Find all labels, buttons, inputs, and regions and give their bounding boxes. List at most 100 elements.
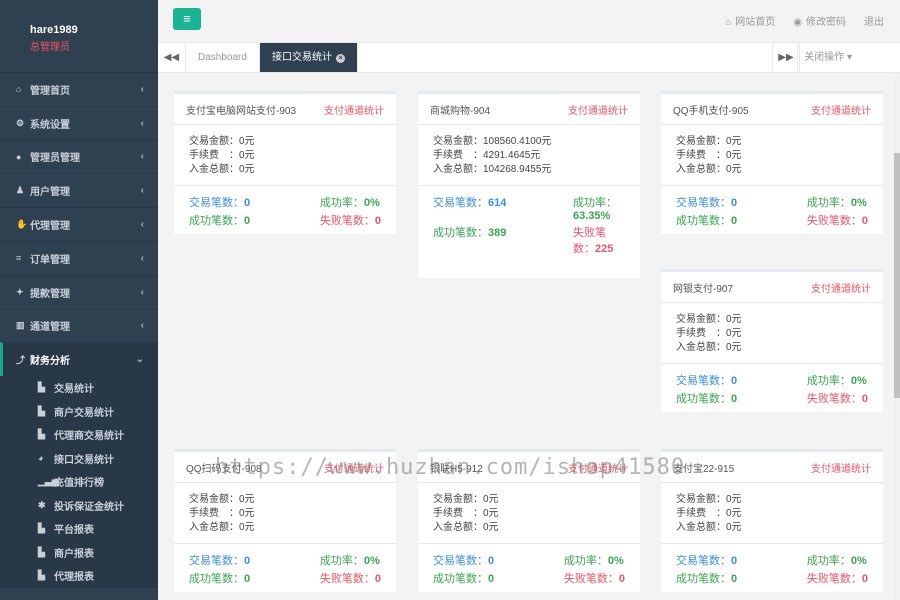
- tab-interface-stats[interactable]: 接口交易统计 ×: [260, 43, 358, 72]
- stat-card: QQ手机支付-905 支付通道统计 交易金额：0元 手续费 ：0元 入金总额：0…: [661, 91, 883, 234]
- sidebar-item-label: 系统设置: [30, 119, 70, 131]
- sidebar-item[interactable]: ✋ 代理管理 ‹: [0, 207, 158, 241]
- sidebar-item-label: 订单管理: [30, 254, 70, 266]
- bank-icon: ▥: [16, 320, 25, 331]
- topbar: ≡ ⌂ 网站首页 ◉ 修改密码 退出: [158, 0, 900, 43]
- sidebar-subitem[interactable]: ▁▃▅ 充值排行榜: [0, 470, 158, 494]
- pie-chart-icon: ◕: [38, 453, 44, 464]
- sidebar-item[interactable]: ≡ 订单管理 ‹: [0, 240, 158, 275]
- stat-card: QQ扫码支付-908 支付通道统计 交易金额：0元 手续费 ：0元 入金总额：0…: [174, 449, 396, 592]
- success-count-stat: 成功笔数：0: [189, 573, 251, 585]
- fee-row: 手续费 ：0元: [433, 508, 499, 519]
- card-title: 支付宝电脑网站支付-903: [186, 105, 297, 117]
- caret-down-icon: ▾: [844, 52, 852, 63]
- eye-icon: ◉: [793, 17, 802, 28]
- channel-stats-link[interactable]: 支付通道统计: [811, 460, 871, 475]
- channel-stats-link[interactable]: 支付通道统计: [811, 280, 871, 295]
- success-rate-stat: 成功率：0%: [563, 555, 624, 567]
- sidebar-subitem[interactable]: ✱ 投诉保证金统计: [0, 494, 158, 518]
- fee-row: 手续费 ：0元: [676, 328, 742, 339]
- sidebar-subitem[interactable]: ▙ 平台报表: [0, 517, 158, 541]
- money-bag-icon: ✦: [16, 286, 24, 297]
- sidebar-item[interactable]: ▥ 通道管理 ‹: [0, 308, 158, 343]
- amount-row: 交易金额：0元: [189, 494, 255, 505]
- count-stat: 交易笔数：0: [676, 375, 738, 387]
- chevron-left-icon: ‹: [140, 117, 144, 129]
- menu-toggle-button[interactable]: ≡: [173, 8, 201, 30]
- sidebar-subitem-label: 投诉保证金统计: [54, 501, 124, 513]
- sidebar-subitem[interactable]: ▙ 代理商交易统计: [0, 423, 158, 447]
- sidebar-item[interactable]: ● 管理员管理 ‹: [0, 139, 158, 174]
- fail-count-stat: 失败笔数：225: [573, 227, 614, 255]
- sidebar-subitem-label: 平台报表: [54, 525, 94, 537]
- sidebar-item[interactable]: ✦ 提款管理 ‹: [0, 274, 158, 309]
- chevron-left-icon: ‹: [140, 185, 144, 197]
- amount-row: 交易金额：0元: [189, 136, 255, 147]
- income-row: 入金总额：0元: [676, 342, 742, 353]
- sidebar-subitem[interactable]: ▙ 交易统计: [0, 376, 158, 400]
- fee-row: 手续费 ：0元: [189, 508, 255, 519]
- income-row: 入金总额：0元: [676, 164, 742, 175]
- channel-stats-link[interactable]: 支付通道统计: [568, 102, 628, 117]
- chevron-left-icon: ‹: [140, 219, 144, 231]
- close-tab-icon[interactable]: ×: [336, 54, 345, 63]
- profile[interactable]: hare1989 总管理员: [0, 0, 158, 72]
- count-stat: 交易笔数：614: [433, 197, 507, 209]
- tab-scroll-left-button[interactable]: ◀◀: [158, 43, 186, 72]
- sidebar-item[interactable]: ⤴ 财务分析 ⌄: [0, 342, 158, 377]
- tab-dashboard[interactable]: Dashboard: [186, 43, 260, 72]
- count-stat: 交易笔数：0: [433, 555, 495, 567]
- list-icon: ≡: [16, 253, 22, 264]
- success-count-stat: 成功笔数：0: [676, 393, 738, 405]
- count-stat: 交易笔数：0: [676, 197, 738, 209]
- chevron-left-icon: ‹: [140, 151, 144, 163]
- bar-chart-icon: ▙: [38, 405, 45, 416]
- count-stat: 交易笔数：0: [189, 197, 251, 209]
- amount-row: 交易金额：0元: [433, 494, 499, 505]
- sidebar-subitem-label: 代理商交易统计: [54, 431, 124, 443]
- home-icon: ⌂: [725, 17, 732, 28]
- close-operations-dropdown[interactable]: 关闭操作 ▾: [797, 43, 858, 72]
- tab-scroll-right-button[interactable]: ▶▶: [772, 43, 800, 72]
- income-row: 入金总额：0元: [189, 522, 255, 533]
- users-icon: ♟: [16, 185, 25, 196]
- sidebar-subitem[interactable]: ▙ 商户交易统计: [0, 400, 158, 424]
- channel-stats-link[interactable]: 支付通道统计: [811, 102, 871, 117]
- user-icon: ●: [16, 151, 22, 162]
- income-row: 入金总额：0元: [676, 522, 742, 533]
- site-home-link[interactable]: ⌂ 网站首页: [725, 13, 775, 28]
- amount-row: 交易金额：0元: [676, 136, 742, 147]
- fee-row: 手续费 ：0元: [676, 508, 742, 519]
- sidebar-subitem[interactable]: ▙ 代理报表: [0, 564, 158, 588]
- sidebar-subitem-label: 充值排行榜: [54, 478, 104, 490]
- sidebar-subitem[interactable]: ▙ 商户报表: [0, 541, 158, 565]
- sidebar-item-label: 财务分析: [30, 356, 70, 368]
- sidebar-subitem[interactable]: ◕ 接口交易统计: [0, 447, 158, 471]
- count-stat: 交易笔数：0: [676, 555, 738, 567]
- sidebar-submenu: ▙ 交易统计 ▙ 商户交易统计 ▙ 代理商交易统计 ◕ 接口交易统计 ▁▃▅ 充值排行榜…: [0, 376, 158, 588]
- channel-stats-link[interactable]: 支付通道统计: [568, 460, 628, 475]
- scroll-thumb[interactable]: [894, 153, 900, 398]
- sidebar-item[interactable]: ⌂ 管理首页 ‹: [0, 72, 158, 106]
- change-password-link[interactable]: ◉ 修改密码: [793, 13, 846, 28]
- fail-count-stat: 失败笔数：0: [319, 573, 381, 585]
- double-left-icon: ◀◀: [163, 52, 180, 63]
- sidebar-item[interactable]: ⚙ 系统设置 ‹: [0, 105, 158, 140]
- sidebar-item[interactable]: ♟ 用户管理 ‹: [0, 173, 158, 207]
- scrollbar[interactable]: [894, 73, 900, 600]
- card-title: 网银支付-907: [673, 283, 734, 295]
- fail-count-stat: 失败笔数：0: [806, 573, 868, 585]
- stat-card: 支付宝电脑网站支付-903 支付通道统计 交易金额：0元 手续费 ：0元 入金总…: [174, 91, 396, 234]
- income-row: 入金总额：104268.9455元: [433, 164, 552, 175]
- success-rate-stat: 成功率：0%: [806, 197, 867, 209]
- fail-count-stat: 失败笔数：0: [563, 573, 625, 585]
- amount-row: 交易金额：0元: [676, 494, 742, 505]
- sidebar-subitem-label: 代理报表: [54, 572, 94, 584]
- stat-card: 支付宝22-915 支付通道统计 交易金额：0元 手续费 ：0元 入金总额：0元…: [661, 449, 883, 592]
- channel-stats-link[interactable]: 支付通道统计: [324, 460, 384, 475]
- sidebar-subitem-label: 商户报表: [54, 548, 94, 560]
- card-title: QQ扫码支付-908: [186, 463, 262, 475]
- signal-icon: ▁▃▅: [38, 476, 59, 487]
- channel-stats-link[interactable]: 支付通道统计: [324, 102, 384, 117]
- logout-link[interactable]: 退出: [864, 13, 884, 28]
